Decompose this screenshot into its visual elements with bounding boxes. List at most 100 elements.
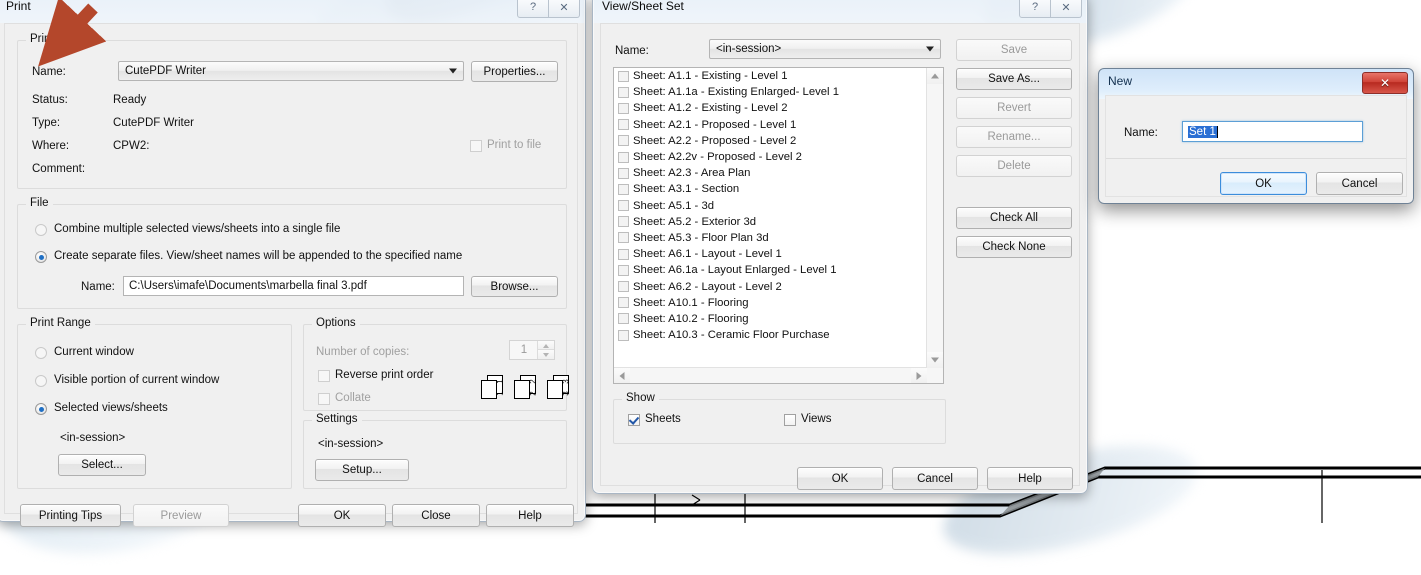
print-ok-button[interactable]: OK xyxy=(298,504,386,527)
new-set-name-input[interactable]: Set 1 xyxy=(1182,121,1363,142)
sheet-checkbox[interactable] xyxy=(618,200,629,212)
scroll-up-button[interactable] xyxy=(927,68,943,84)
options-collate-checkbox[interactable] xyxy=(318,393,330,405)
print-range-selected-radio[interactable] xyxy=(35,403,47,415)
print-range-select-button[interactable]: Select... xyxy=(58,454,146,476)
help-icon[interactable]: ? xyxy=(517,0,549,18)
show-views-checkbox[interactable] xyxy=(784,414,796,426)
print-to-file-checkbox[interactable] xyxy=(470,140,482,152)
scroll-left-button[interactable] xyxy=(614,368,630,383)
close-icon[interactable]: ✕ xyxy=(549,0,580,18)
print-range-current-window-radio[interactable] xyxy=(35,347,47,359)
sheet-checkbox[interactable] xyxy=(618,329,629,341)
close-icon[interactable]: ✕ xyxy=(1362,72,1408,94)
sheet-checkbox[interactable] xyxy=(618,248,629,260)
sheet-checkbox[interactable] xyxy=(618,216,629,228)
sheet-list-item[interactable]: Sheet: A1.1a - Existing Enlarged- Level … xyxy=(614,84,927,100)
sheet-list-item[interactable]: Sheet: A2.1 - Proposed - Level 1 xyxy=(614,117,927,133)
file-browse-button[interactable]: Browse... xyxy=(471,276,558,297)
new-set-dialog-client: Name: Set 1 OK Cancel xyxy=(1105,95,1407,197)
sheet-list-item[interactable]: Sheet: A1.2 - Existing - Level 2 xyxy=(614,100,927,116)
scroll-right-button[interactable] xyxy=(911,368,927,383)
file-option-separate-radio[interactable] xyxy=(35,251,47,263)
sheet-list-item[interactable]: Sheet: A5.3 - Floor Plan 3d xyxy=(614,230,927,246)
sheet-list-item[interactable]: Sheet: A6.2 - Layout - Level 2 xyxy=(614,278,927,294)
sheet-list-item[interactable]: Sheet: A10.2 - Flooring xyxy=(614,311,927,327)
new-set-separator xyxy=(1106,158,1406,159)
sheet-label: Sheet: A1.1 - Existing - Level 1 xyxy=(633,70,788,83)
file-option-combine-radio[interactable] xyxy=(35,224,47,236)
vss-check-none-button[interactable]: Check None xyxy=(956,236,1072,258)
sheet-checkbox[interactable] xyxy=(618,167,629,179)
options-collate-label: Collate xyxy=(335,392,371,404)
options-group-label: Options xyxy=(312,317,360,329)
sheet-list-item[interactable]: Sheet: A10.1 - Flooring xyxy=(614,295,927,311)
new-set-dialog-titlebar[interactable]: New ✕ xyxy=(1098,68,1414,94)
new-set-cancel-button[interactable]: Cancel xyxy=(1316,172,1403,195)
vss-save-as-button[interactable]: Save As... xyxy=(956,68,1072,90)
settings-value: <in-session> xyxy=(318,438,384,450)
vss-help-button[interactable]: Help xyxy=(987,467,1073,490)
vss-check-all-button[interactable]: Check All xyxy=(956,207,1072,229)
sheet-checkbox[interactable] xyxy=(618,313,629,325)
options-copies-stepper[interactable]: 1 xyxy=(509,340,555,360)
sheet-checkbox[interactable] xyxy=(618,232,629,244)
sheet-checkbox[interactable] xyxy=(618,281,629,293)
options-reverse-checkbox[interactable] xyxy=(318,370,330,382)
sheet-list-item[interactable]: Sheet: A1.1 - Existing - Level 1 xyxy=(614,68,927,84)
sheet-checkbox[interactable] xyxy=(618,297,629,309)
view-sheet-set-titlebar[interactable]: View/Sheet Set ? ✕ xyxy=(592,0,1088,22)
printer-name-value: CutePDF Writer xyxy=(125,65,206,77)
sheet-list-horizontal-scrollbar[interactable] xyxy=(614,367,927,383)
vss-ok-button[interactable]: OK xyxy=(797,467,883,490)
sheet-checkbox[interactable] xyxy=(618,183,629,195)
sheet-checkbox[interactable] xyxy=(618,264,629,276)
print-range-visible-portion-radio[interactable] xyxy=(35,375,47,387)
sheet-list-item[interactable]: Sheet: A2.3 - Area Plan xyxy=(614,165,927,181)
printer-comment-label: Comment: xyxy=(32,163,86,175)
settings-setup-button[interactable]: Setup... xyxy=(315,459,409,481)
vss-cancel-button[interactable]: Cancel xyxy=(892,467,978,490)
printer-properties-button[interactable]: Properties... xyxy=(471,61,558,82)
view-sheet-set-title: View/Sheet Set xyxy=(602,0,684,13)
printer-status-label: Status: xyxy=(32,94,68,106)
printer-status-value: Ready xyxy=(113,94,147,106)
file-name-input[interactable]: C:\Users\imafe\Documents\marbella final … xyxy=(123,276,464,296)
sheet-label: Sheet: A10.3 - Ceramic Floor Purchase xyxy=(633,329,830,342)
help-icon[interactable]: ? xyxy=(1019,0,1051,18)
settings-group: Settings <in-session> Setup... xyxy=(303,413,567,489)
close-icon[interactable]: ✕ xyxy=(1051,0,1082,18)
sheet-list-item[interactable]: Sheet: A6.1 - Layout - Level 1 xyxy=(614,246,927,262)
sheet-list-item[interactable]: Sheet: A2.2 - Proposed - Level 2 xyxy=(614,133,927,149)
sheet-checkbox[interactable] xyxy=(618,102,629,114)
sheet-label: Sheet: A5.2 - Exterior 3d xyxy=(633,215,757,228)
print-dialog-titlebar[interactable]: Print ? ✕ xyxy=(0,0,586,22)
sheet-list-item[interactable]: Sheet: A2.2v - Proposed - Level 2 xyxy=(614,149,927,165)
stepper-down-icon[interactable] xyxy=(537,349,554,359)
print-range-visible-portion-label: Visible portion of current window xyxy=(54,374,220,386)
new-set-ok-button[interactable]: OK xyxy=(1220,172,1307,195)
sheet-list-item[interactable]: Sheet: A6.1a - Layout Enlarged - Level 1 xyxy=(614,262,927,278)
sheet-checkbox[interactable] xyxy=(618,135,629,147)
scroll-down-button[interactable] xyxy=(927,352,943,368)
print-close-button[interactable]: Close xyxy=(392,504,480,527)
sheet-list-item[interactable]: Sheet: A10.3 - Ceramic Floor Purchase xyxy=(614,327,927,343)
show-sheets-checkbox[interactable] xyxy=(628,414,640,426)
sheet-list-vertical-scrollbar[interactable] xyxy=(926,68,943,368)
sheet-list-item[interactable]: Sheet: A5.2 - Exterior 3d xyxy=(614,214,927,230)
sheet-checkbox[interactable] xyxy=(618,151,629,163)
sheet-list-item[interactable]: Sheet: A5.1 - 3d xyxy=(614,198,927,214)
options-copies-label: Number of copies: xyxy=(316,346,410,358)
print-help-button[interactable]: Help xyxy=(486,504,574,527)
printer-name-combo[interactable]: CutePDF Writer xyxy=(118,61,464,81)
printer-where-value: CPW2: xyxy=(113,140,150,152)
sheet-list-item[interactable]: Sheet: A3.1 - Section xyxy=(614,181,927,197)
sheet-checkbox[interactable] xyxy=(618,119,629,131)
printing-tips-button[interactable]: Printing Tips xyxy=(20,504,121,527)
vss-name-combo[interactable]: <in-session> xyxy=(709,39,941,59)
sheet-checkbox[interactable] xyxy=(618,86,629,98)
sheet-list[interactable]: Sheet: A1.1 - Existing - Level 1 Sheet: A… xyxy=(613,67,944,384)
view-sheet-set-titlebar-buttons: ? ✕ xyxy=(1019,0,1082,18)
vss-revert-button: Revert xyxy=(956,97,1072,119)
sheet-checkbox[interactable] xyxy=(618,70,629,82)
